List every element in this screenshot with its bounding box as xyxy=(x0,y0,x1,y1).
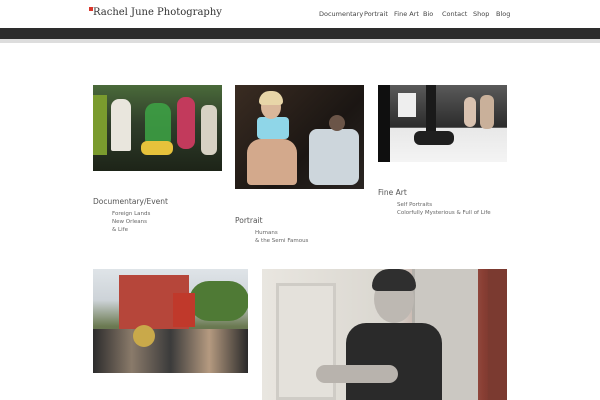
nav-blog[interactable]: Blog xyxy=(496,10,510,18)
link-colorfully-mysterious[interactable]: Colorfully Mysterious & Full of Life xyxy=(397,210,491,216)
link-and-life[interactable]: & Life xyxy=(112,227,128,233)
link-semi-famous[interactable]: & the Semi Famous xyxy=(255,238,308,244)
portrait-thumbnail[interactable] xyxy=(235,85,364,189)
section-title-fine-art[interactable]: Fine Art xyxy=(378,188,407,197)
link-humans[interactable]: Humans xyxy=(255,230,278,236)
link-self-portraits[interactable]: Self Portraits xyxy=(397,202,432,208)
site-header: Rachel June Photography Documentary Port… xyxy=(0,0,600,28)
header-band-shadow xyxy=(0,39,600,43)
street-parade-photo[interactable] xyxy=(93,269,248,373)
section-title-documentary[interactable]: Documentary/Event xyxy=(93,197,168,206)
nav-bio[interactable]: Bio xyxy=(423,10,433,18)
nav-contact[interactable]: Contact xyxy=(442,10,467,18)
section-title-portrait[interactable]: Portrait xyxy=(235,216,263,225)
woman-portrait-photo[interactable] xyxy=(262,269,507,400)
link-foreign-lands[interactable]: Foreign Lands xyxy=(112,211,150,217)
link-new-orleans[interactable]: New Orleans xyxy=(112,219,147,225)
nav-portrait[interactable]: Portrait xyxy=(364,10,388,18)
site-logo[interactable]: Rachel June Photography xyxy=(93,7,222,18)
nav-fine-art[interactable]: Fine Art xyxy=(394,10,419,18)
fine-art-thumbnail[interactable] xyxy=(378,85,507,162)
header-band xyxy=(0,28,600,39)
nav-shop[interactable]: Shop xyxy=(473,10,489,18)
nav-documentary[interactable]: Documentary xyxy=(319,10,363,18)
documentary-thumbnail[interactable] xyxy=(93,85,222,171)
